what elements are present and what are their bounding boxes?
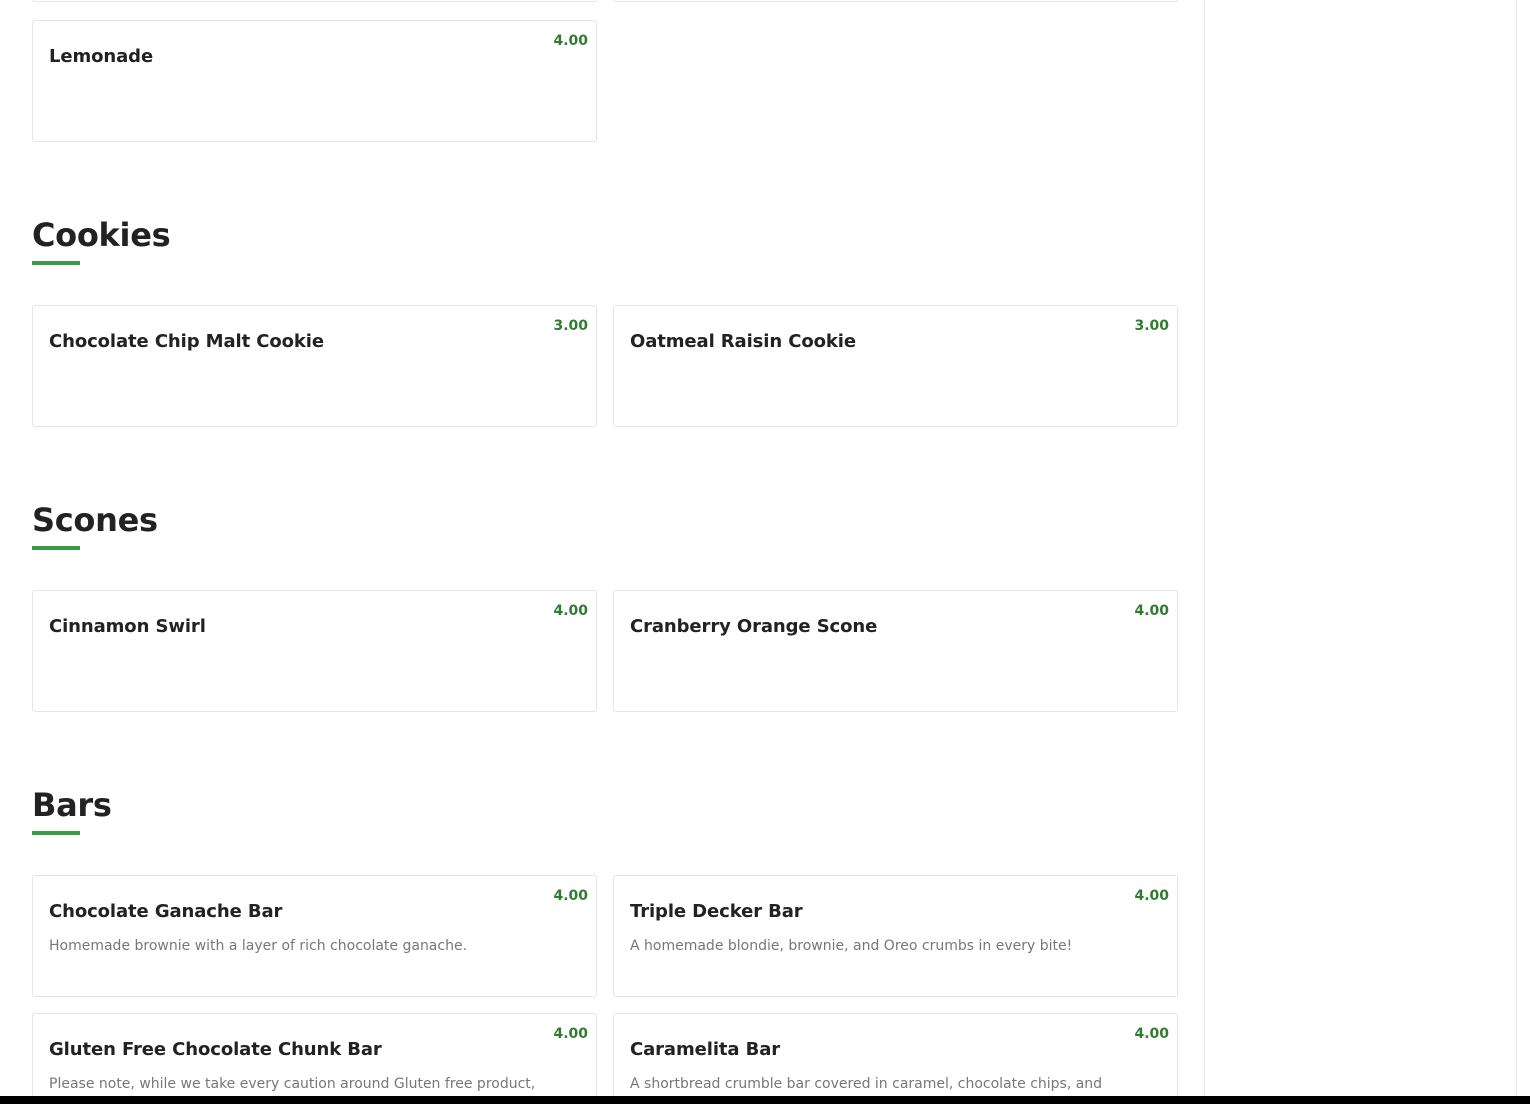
- menu-column: Lemonade 4.00 Cookies Chocolate Chip Mal…: [0, 0, 1204, 1096]
- menu-item-name: Chocolate Chip Malt Cookie: [49, 331, 324, 352]
- menu-item-description: A shortbread crumble bar covered in cara…: [630, 1076, 1103, 1092]
- menu-item-description: Homemade brownie with a layer of rich ch…: [49, 938, 468, 954]
- section-title-underline: [32, 261, 80, 265]
- menu-item-name: Gluten Free Chocolate Chunk Bar: [49, 1039, 382, 1060]
- bottom-bar: [0, 1096, 1530, 1104]
- menu-item-card-partial[interactable]: [32, 0, 597, 2]
- menu-item-name: Cranberry Orange Scone: [630, 616, 878, 637]
- menu-item-card[interactable]: Chocolate Ganache Bar 4.00 Homemade brow…: [32, 875, 597, 997]
- menu-item-description: A homemade blondie, brownie, and Oreo cr…: [630, 938, 1073, 954]
- cart-sidebar: [1204, 0, 1517, 1096]
- menu-item-price: 4.00: [1134, 603, 1169, 619]
- menu-item-price: 3.00: [1134, 318, 1169, 334]
- menu-item-name: Triple Decker Bar: [630, 901, 803, 922]
- menu-item-name: Chocolate Ganache Bar: [49, 901, 283, 922]
- menu-item-card[interactable]: Cranberry Orange Scone 4.00: [613, 590, 1178, 712]
- menu-item-price: 4.00: [1134, 1026, 1169, 1042]
- page-viewport: Lemonade 4.00 Cookies Chocolate Chip Mal…: [0, 0, 1530, 1104]
- menu-item-name: Oatmeal Raisin Cookie: [630, 331, 856, 352]
- section-title-underline: [32, 831, 80, 835]
- menu-item-name: Caramelita Bar: [630, 1039, 781, 1060]
- menu-item-price: 3.00: [553, 318, 588, 334]
- menu-item-price: 4.00: [1134, 888, 1169, 904]
- menu-item-card[interactable]: Gluten Free Chocolate Chunk Bar 4.00 Ple…: [32, 1013, 597, 1096]
- menu-item-name: Lemonade: [49, 46, 154, 67]
- section-title-bars: Bars: [32, 786, 112, 824]
- menu-item-card[interactable]: Lemonade 4.00: [32, 20, 597, 142]
- menu-item-name: Cinnamon Swirl: [49, 616, 206, 637]
- menu-item-card[interactable]: Triple Decker Bar 4.00 A homemade blondi…: [613, 875, 1178, 997]
- menu-item-price: 4.00: [553, 888, 588, 904]
- menu-item-card[interactable]: Oatmeal Raisin Cookie 3.00: [613, 305, 1178, 427]
- menu-item-price: 4.00: [553, 603, 588, 619]
- menu-item-card[interactable]: Caramelita Bar 4.00 A shortbread crumble…: [613, 1013, 1178, 1096]
- menu-item-card[interactable]: Chocolate Chip Malt Cookie 3.00: [32, 305, 597, 427]
- section-title-underline: [32, 546, 80, 550]
- menu-item-description: Please note, while we take every caution…: [49, 1076, 536, 1092]
- menu-item-card[interactable]: Cinnamon Swirl 4.00: [32, 590, 597, 712]
- menu-item-price: 4.00: [553, 33, 588, 49]
- section-title-cookies: Cookies: [32, 216, 171, 254]
- menu-item-card-partial[interactable]: [613, 0, 1178, 2]
- menu-item-price: 4.00: [553, 1026, 588, 1042]
- section-title-scones: Scones: [32, 501, 158, 539]
